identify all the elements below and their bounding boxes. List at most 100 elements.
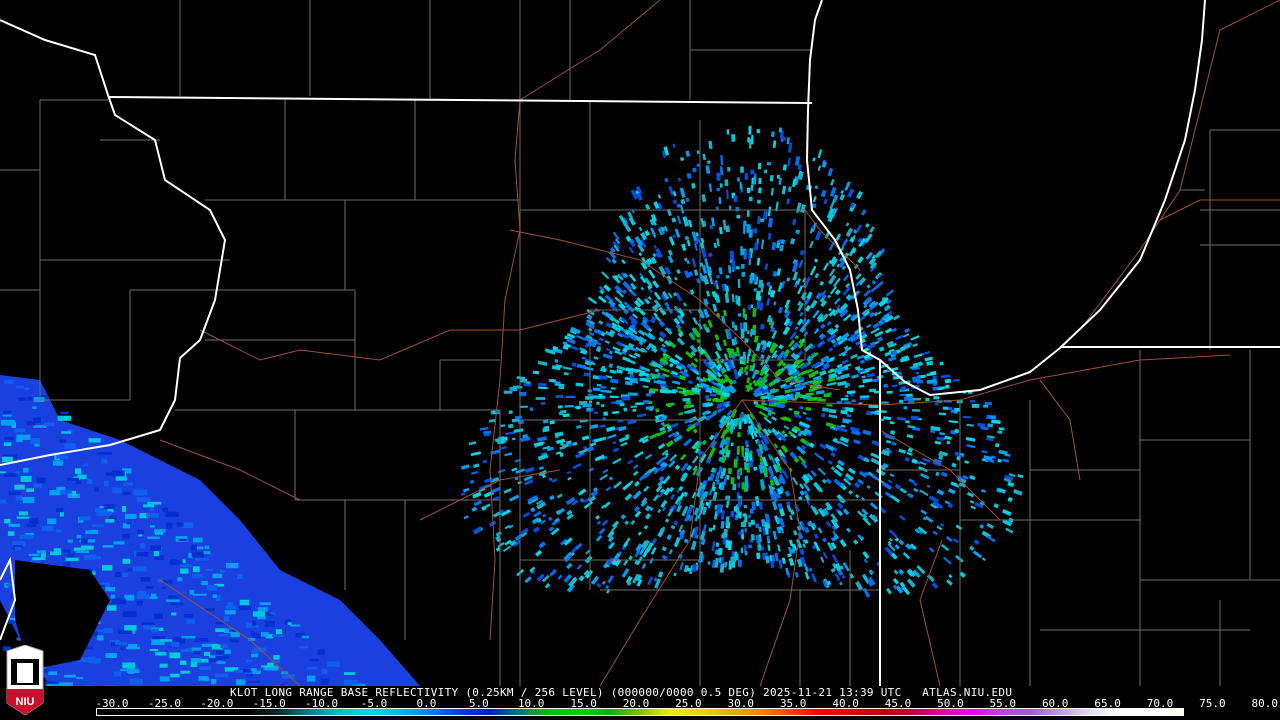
echo-gate <box>522 511 531 518</box>
echo-gate <box>944 378 952 384</box>
echo-gate <box>177 577 182 582</box>
echo-gate <box>817 149 823 159</box>
echo-gate <box>215 650 225 655</box>
echo-gate <box>214 673 229 678</box>
echo-gate <box>82 463 89 467</box>
echo-gate <box>211 678 217 685</box>
echo-gate <box>257 616 266 620</box>
echo-gate <box>799 490 805 496</box>
echo-gate <box>252 611 265 617</box>
echo-gate <box>772 270 778 277</box>
echo-gate <box>794 155 801 166</box>
echo-gate <box>870 411 876 415</box>
echo-gate <box>554 358 559 363</box>
echo-gate <box>64 443 76 449</box>
echo-gate <box>555 438 566 445</box>
echo-gate <box>628 273 637 282</box>
echo-gate <box>738 471 741 477</box>
echo-gate <box>753 466 758 471</box>
echo-gate <box>63 561 71 568</box>
echo-gate <box>727 467 733 475</box>
echo-gate <box>52 460 64 466</box>
echo-gate <box>866 284 871 289</box>
echo-gate <box>621 568 630 578</box>
echo-gate <box>731 560 736 568</box>
echo-gate <box>883 383 889 388</box>
echo-gate <box>709 393 717 397</box>
echo-gate <box>83 554 97 560</box>
echo-gate <box>150 524 155 528</box>
echo-gate <box>149 649 159 652</box>
echo-gate <box>536 436 548 442</box>
echo-gate <box>14 428 26 433</box>
echo-gate <box>548 526 555 532</box>
echo-gate <box>504 452 513 457</box>
echo-gate <box>239 599 250 606</box>
echo-gate <box>846 413 852 418</box>
echo-gate <box>937 387 944 390</box>
echo-gate <box>885 289 895 297</box>
echo-gate <box>873 311 879 317</box>
echo-gate <box>724 179 729 187</box>
echo-gate <box>179 564 192 568</box>
echo-gate <box>151 628 159 633</box>
echo-gate <box>91 524 104 527</box>
echo-gate <box>563 372 569 376</box>
echo-gate <box>645 512 652 520</box>
echo-gate <box>634 451 644 459</box>
echo-gate <box>964 460 970 464</box>
echo-gate <box>750 519 756 525</box>
echo-gate <box>664 327 673 335</box>
echo-gate <box>945 535 953 543</box>
echo-gate <box>946 440 951 445</box>
echo-gate <box>737 177 740 182</box>
echo-gate <box>219 569 225 573</box>
echo-gate <box>136 600 144 606</box>
echo-gate <box>799 311 804 317</box>
echo-gate <box>771 500 778 511</box>
echo-gate <box>579 497 585 503</box>
echo-gate <box>624 520 629 525</box>
echo-gate <box>763 416 772 424</box>
echo-gate <box>88 438 101 443</box>
radar-echoes <box>0 125 1024 686</box>
echo-gate <box>834 289 841 296</box>
echo-gate <box>731 321 736 329</box>
echo-gate <box>830 466 836 471</box>
echo-gate <box>690 540 697 551</box>
echo-gate <box>855 581 863 591</box>
echo-gate <box>193 650 200 655</box>
echo-gate <box>741 271 746 277</box>
echo-gate <box>848 489 854 495</box>
echo-gate <box>67 553 75 558</box>
echo-gate <box>871 279 877 285</box>
echo-gate <box>738 417 743 423</box>
echo-gate <box>853 439 861 445</box>
echo-gate <box>819 370 827 377</box>
echo-gate <box>115 475 127 481</box>
echo-gate <box>934 440 942 445</box>
echo-gate <box>863 289 872 297</box>
echo-gate <box>913 353 923 358</box>
echo-gate <box>270 612 276 615</box>
echo-gate <box>877 310 882 315</box>
echo-gate <box>318 650 323 655</box>
echo-gate <box>795 538 803 549</box>
echo-gate <box>702 153 707 161</box>
echo-gate <box>166 599 180 602</box>
echo-gate <box>570 345 579 351</box>
echo-gate <box>727 265 732 274</box>
echo-gate <box>562 366 572 371</box>
echo-gate <box>640 286 645 291</box>
echo-gate <box>497 468 506 474</box>
echo-gate <box>566 562 573 570</box>
echo-gate <box>906 393 913 397</box>
echo-gate <box>671 380 681 385</box>
echo-gate <box>643 485 650 492</box>
echo-gate <box>636 413 647 418</box>
echo-gate <box>219 634 229 637</box>
echo-gate <box>122 572 128 577</box>
echo-gate <box>535 549 543 557</box>
echo-gate <box>891 327 898 333</box>
echo-gate <box>674 354 683 361</box>
